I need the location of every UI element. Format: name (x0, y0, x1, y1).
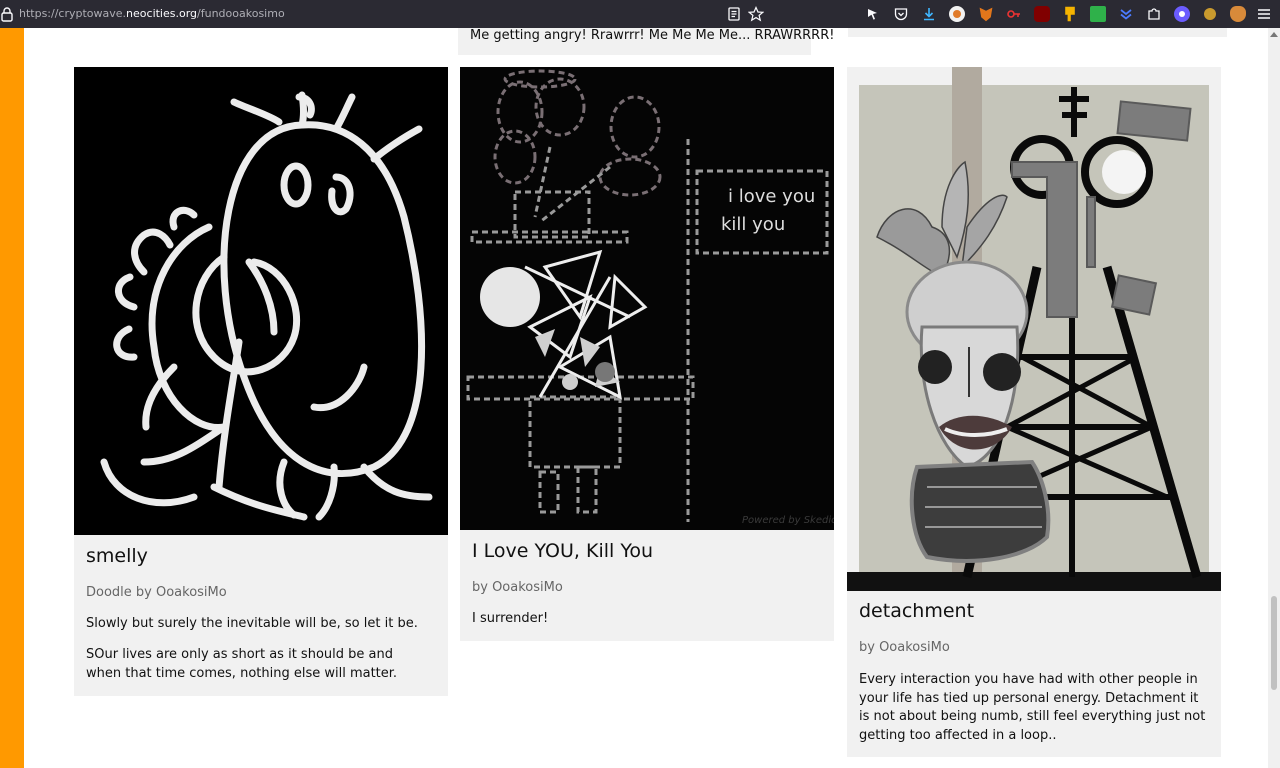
menu-hamburger-icon[interactable] (1256, 6, 1272, 22)
url-path: /fundooakosimo (197, 7, 285, 20)
gallery-card-detachment: detachment by OoakosiMo Every interactio… (847, 67, 1221, 757)
ublock-origin-icon[interactable] (1034, 6, 1050, 22)
artwork-image-detachment[interactable] (847, 67, 1221, 591)
downloads-icon[interactable] (921, 6, 937, 22)
i-love-you-artwork: i love you kill you Powered by Skedio (466, 69, 834, 526)
card-byline: by OoakosiMo (859, 640, 950, 655)
extension-puzzle-cursor-icon[interactable] (865, 6, 881, 22)
reader-view-icon[interactable] (726, 6, 742, 22)
bookmark-star-icon[interactable] (748, 6, 764, 22)
extension-avatar-dot (953, 10, 961, 18)
card-title: smelly (86, 545, 148, 567)
pocket-icon[interactable] (893, 6, 909, 22)
detachment-collage (847, 67, 1221, 591)
gallery-card-i-love-you: i love you kill you Powered by Skedio I … (460, 67, 834, 641)
url-bar[interactable]: https://cryptowave.neocities.org/fundooa… (19, 6, 285, 22)
card-description: Every interaction you have had with othe… (859, 672, 1206, 743)
orange-side-bar (0, 28, 24, 768)
card-byline: by OoakosiMo (472, 580, 563, 595)
key-icon[interactable] (1006, 6, 1022, 22)
url-prefix: https://cryptowave. (19, 7, 127, 20)
card-title: detachment (859, 600, 975, 622)
gallery-card-smelly: smelly Doodle by OoakosiMo Slowly but su… (74, 67, 448, 696)
url-domain: neocities.org (126, 7, 198, 20)
artwork-image-smelly[interactable] (74, 67, 448, 535)
extension-chevrons-icon[interactable] (1118, 6, 1134, 22)
artwork-watermark: Powered by Skedio (742, 515, 834, 526)
extension-gold-icon[interactable] (1204, 8, 1216, 20)
card-byline: Doodle by OoakosiMo (86, 585, 227, 600)
card-description: I surrender! (472, 611, 549, 626)
previous-card-text: Me getting angry! Rrawrrr! Me Me Me Me..… (470, 28, 835, 43)
extension-yellow-icon[interactable] (1065, 6, 1075, 22)
metamask-fox-icon[interactable] (979, 7, 993, 22)
extension-fox-icon[interactable] (1230, 6, 1246, 22)
card-title: I Love YOU, Kill You (472, 540, 654, 562)
extension-avatar-icon[interactable] (949, 6, 965, 22)
artwork-text-line1: i love you (728, 186, 815, 207)
previous-card-partial-right (848, 28, 1227, 37)
previous-card-partial: Me getting angry! Rrawrrr! Me Me Me Me..… (458, 28, 834, 55)
artwork-image-i-love-you[interactable]: i love you kill you Powered by Skedio (460, 67, 834, 530)
smelly-doodle (100, 91, 433, 521)
artwork-text-line2: kill you (721, 214, 785, 235)
extension-purple-dot (1179, 11, 1185, 17)
browser-toolbar: https://cryptowave.neocities.org/fundooa… (0, 0, 1280, 28)
card-description: Slowly but surely the inevitable will be… (86, 616, 418, 631)
page-scrollbar[interactable] (1268, 28, 1280, 768)
extensions-puzzle-icon[interactable] (1146, 6, 1162, 22)
extension-purple-icon[interactable] (1174, 6, 1190, 22)
card-description: SOur lives are only as short as it shoul… (86, 647, 398, 681)
scrollbar-thumb[interactable] (1271, 596, 1277, 690)
scroll-up-arrow-icon[interactable] (1270, 32, 1278, 37)
lock-icon[interactable] (0, 6, 14, 22)
extension-green-icon[interactable] (1090, 6, 1106, 22)
